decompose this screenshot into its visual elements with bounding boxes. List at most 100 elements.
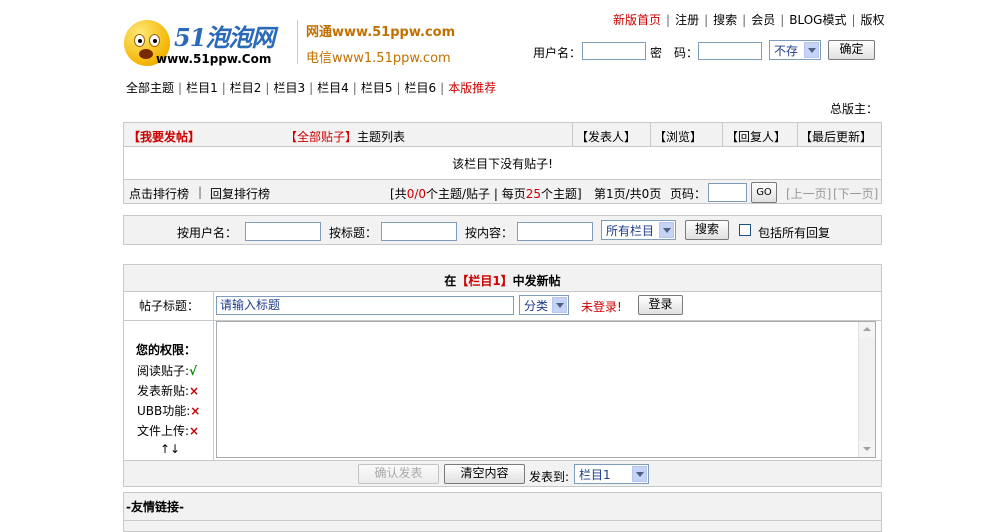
- footer-separator: |: [198, 185, 203, 199]
- new-post-title-section: 【栏目1】: [456, 274, 513, 288]
- header-divider: [297, 20, 298, 64]
- not-logged-in-status: 未登录!: [581, 300, 622, 314]
- nav-new-home[interactable]: 新版首页: [613, 13, 661, 27]
- chevron-down-icon: [804, 42, 819, 58]
- remember-select[interactable]: 不存: [769, 40, 821, 60]
- stats-end: 个主题]: [541, 187, 582, 201]
- permission-read-label: 阅读贴子:: [137, 364, 190, 378]
- clear-content-button[interactable]: 清空内容: [444, 464, 525, 484]
- search-button[interactable]: 搜索: [685, 220, 729, 240]
- search-panel: 按用户名： 按标题： 按内容： 所有栏目 搜索 包括所有回复: [123, 215, 882, 245]
- textarea-scrollbar[interactable]: [858, 322, 875, 457]
- stats-per-page: 25: [525, 187, 541, 201]
- new-post-link[interactable]: 【我要发帖】: [128, 128, 200, 145]
- thread-stats: [共0/0个主题/贴子 | 每页25个主题]: [390, 185, 582, 202]
- chevron-down-icon: [632, 466, 647, 482]
- nav-copyright[interactable]: 版权: [861, 13, 885, 27]
- col-last-update[interactable]: 【最后更新】: [800, 128, 872, 145]
- isp-link-telecom[interactable]: 电信www1.51ppw.com: [306, 47, 451, 66]
- cat-all-topics[interactable]: 全部主题: [126, 81, 174, 95]
- confirm-post-button[interactable]: 确认发表: [358, 464, 439, 484]
- username-input[interactable]: [582, 42, 646, 60]
- friend-links-title: -友情链接-: [126, 500, 184, 514]
- cat-section-4[interactable]: 栏目4: [317, 81, 349, 95]
- search-section-value: 所有栏目: [606, 224, 655, 238]
- cat-recommended[interactable]: 本版推荐: [448, 81, 496, 95]
- scroll-up-icon[interactable]: [859, 322, 875, 338]
- page-number-label: 页码：: [670, 187, 707, 201]
- post-category-value: 分类: [524, 299, 549, 313]
- cat-section-3[interactable]: 栏目3: [273, 81, 305, 95]
- cat-section-6[interactable]: 栏目6: [405, 81, 437, 95]
- nav-members[interactable]: 会员: [751, 13, 775, 27]
- scroll-down-icon[interactable]: [859, 441, 875, 457]
- resize-arrows-icon[interactable]: ↑↓: [160, 442, 180, 456]
- search-user-input[interactable]: [245, 222, 321, 241]
- post-category-select[interactable]: 分类: [519, 295, 569, 315]
- nav-search[interactable]: 搜索: [713, 13, 737, 27]
- stats-mid: 个主题/贴子 | 每页: [426, 187, 526, 201]
- search-by-content-label: 按内容：: [465, 226, 514, 240]
- logo-text: 51泡泡网: [174, 23, 275, 52]
- new-post-title-suffix: 中发新帖: [512, 274, 561, 288]
- cat-section-2[interactable]: 栏目2: [230, 81, 262, 95]
- post-title-label: 帖子标题：: [139, 299, 200, 313]
- password-label-2: 码：: [674, 46, 699, 60]
- post-to-select[interactable]: 栏目1: [574, 464, 649, 484]
- search-section-select[interactable]: 所有栏目: [601, 220, 676, 240]
- remember-select-value: 不存: [774, 44, 799, 58]
- post-content-textarea[interactable]: [216, 321, 876, 458]
- cat-section-5[interactable]: 栏目5: [361, 81, 393, 95]
- col-replier[interactable]: 【回复人】: [726, 128, 786, 145]
- post-to-label: 发表到:: [529, 470, 570, 484]
- new-post-title-prefix: 在: [444, 274, 457, 288]
- permission-read: 阅读贴子:√: [137, 362, 197, 379]
- nav-blog-mode[interactable]: BLOG模式: [789, 13, 846, 27]
- friend-links-panel: -友情链接-: [123, 492, 882, 532]
- permission-ubb-label: UBB功能:: [137, 404, 191, 418]
- post-title-input[interactable]: 请输入标题: [216, 296, 514, 315]
- chevron-down-icon: [659, 222, 674, 238]
- include-replies-checkbox[interactable]: [739, 224, 751, 236]
- cross-icon: ×: [189, 424, 200, 438]
- permission-upload: 文件上传:×: [137, 422, 199, 439]
- permission-upload-label: 文件上传:: [137, 424, 190, 438]
- reply-rank-link[interactable]: 回复排行榜: [210, 185, 270, 202]
- list-title-text: 主题列表: [357, 130, 406, 144]
- cat-section-1[interactable]: 栏目1: [186, 81, 218, 95]
- isp-link-netcom[interactable]: 网通www.51ppw.com: [306, 21, 455, 40]
- col-views[interactable]: 【浏览】: [654, 128, 702, 145]
- next-page-link[interactable]: [下一页]: [833, 185, 878, 202]
- search-by-user-label: 按用户名：: [177, 226, 238, 240]
- post-login-button[interactable]: 登录: [638, 295, 683, 315]
- cross-icon: ×: [189, 384, 200, 398]
- permission-post: 发表新贴:×: [137, 382, 199, 399]
- password-label-1: 密: [650, 46, 663, 60]
- search-content-input[interactable]: [517, 222, 593, 241]
- include-replies-label: 包括所有回复: [758, 226, 831, 240]
- username-label: 用户名：: [533, 46, 582, 60]
- site-logo[interactable]: 51泡泡网 www.51ppw.Com: [122, 14, 302, 70]
- go-button[interactable]: GO: [751, 182, 777, 203]
- list-title: 【全部贴子】主题列表: [285, 128, 405, 145]
- search-by-title-label: 按标题：: [329, 226, 378, 240]
- chevron-down-icon: [552, 297, 567, 313]
- password-input[interactable]: [698, 42, 762, 60]
- nav-register[interactable]: 注册: [675, 13, 699, 27]
- category-nav: 全部主题 | 栏目1 | 栏目2 | 栏目3 | 栏目4 | 栏目5 | 栏目6 | 本版推荐: [126, 81, 497, 95]
- post-to-value: 栏目1: [579, 468, 611, 482]
- check-icon: √: [189, 364, 198, 378]
- new-post-panel: 在【栏目1】中发新帖 帖子标题： 请输入标题 分类 未登录! 登录 您的权限： …: [123, 264, 882, 487]
- cross-icon: ×: [190, 404, 201, 418]
- prev-page-link[interactable]: [上一页]: [786, 185, 831, 202]
- page-number-input[interactable]: [708, 183, 747, 202]
- col-author[interactable]: 【发表人】: [576, 128, 636, 145]
- logo-url: www.51ppw.Com: [156, 52, 272, 66]
- login-confirm-button[interactable]: 确定: [828, 40, 875, 60]
- permissions-title: 您的权限：: [136, 343, 197, 357]
- search-title-input[interactable]: [381, 222, 457, 241]
- thread-list-panel: 【我要发帖】 【全部贴子】主题列表 【发表人】 【浏览】 【回复人】 【最后更新…: [123, 122, 882, 204]
- click-rank-link[interactable]: 点击排行榜: [129, 185, 189, 202]
- all-posts-link[interactable]: 【全部贴子】: [285, 130, 357, 144]
- stats-count: 0/0: [406, 187, 426, 201]
